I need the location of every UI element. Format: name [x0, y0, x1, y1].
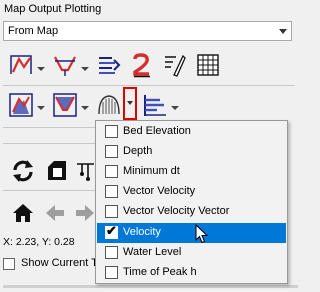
checkmark-icon: ✔	[106, 223, 117, 238]
profile-timeseries-icon[interactable]	[8, 92, 34, 118]
menu-item-depth[interactable]: Depth	[97, 142, 286, 162]
bridge-curtain-icon[interactable]	[96, 92, 122, 118]
cross-section-plot-dropdown[interactable]	[81, 67, 89, 73]
cursor-select-icon[interactable]	[162, 52, 188, 78]
checkbox-box[interactable]	[105, 205, 118, 218]
arrow-left-icon[interactable]	[42, 200, 68, 226]
refresh-icon[interactable]	[10, 158, 36, 184]
cursor-coordinates: X: 2.23, Y: 0.28	[3, 236, 75, 248]
bar-levels-icon[interactable]	[142, 92, 168, 118]
time-slider[interactable]	[3, 285, 298, 288]
profile-plot-icon[interactable]	[8, 52, 34, 78]
menu-item-vector-velocity[interactable]: Vector Velocity	[97, 182, 286, 202]
menu-item-label: Velocity	[123, 226, 161, 238]
flow-lines-icon[interactable]	[96, 52, 122, 78]
source-select[interactable]: From Map	[3, 21, 292, 41]
result-type-menu: Bed Elevation Depth Minimum dt Vector Ve…	[95, 120, 288, 284]
checkbox-box[interactable]	[105, 125, 118, 138]
section-timeseries-dropdown[interactable]	[81, 106, 89, 112]
toolbar-divider	[3, 127, 95, 128]
panel-title: Map Output Plotting	[4, 3, 102, 15]
checkbox-box[interactable]	[105, 266, 118, 279]
menu-item-label: Vector Velocity Vector	[123, 205, 230, 217]
menu-item-label: Depth	[123, 145, 153, 157]
menu-item-label: Water Level	[123, 246, 182, 258]
menu-item-label: Vector Velocity	[123, 185, 196, 197]
menu-item-bed-elevation[interactable]: Bed Elevation	[97, 122, 286, 142]
result-type-dropdown-button[interactable]	[123, 87, 137, 120]
menu-item-water-level[interactable]: Water Level	[97, 243, 286, 263]
number-two-icon[interactable]	[129, 52, 155, 78]
source-select-value: From Map	[8, 25, 59, 37]
toolbar-divider	[3, 190, 95, 191]
checkbox-box[interactable]	[105, 185, 118, 198]
profile-timeseries-dropdown[interactable]	[37, 106, 45, 112]
checkbox-box[interactable]	[105, 246, 118, 259]
mouse-pointer-icon	[195, 223, 209, 247]
menu-item-minimum-dt[interactable]: Minimum dt	[97, 162, 286, 182]
menu-item-vector-velocity-vector[interactable]: Vector Velocity Vector	[97, 202, 286, 222]
checkbox-box[interactable]	[3, 258, 15, 270]
home-icon[interactable]	[10, 200, 36, 226]
grid-table-icon[interactable]	[195, 52, 221, 78]
menu-item-label: Bed Elevation	[123, 125, 191, 137]
menu-item-label: Minimum dt	[123, 165, 180, 177]
section-timeseries-icon[interactable]	[52, 92, 78, 118]
bar-levels-dropdown[interactable]	[171, 106, 179, 112]
menu-item-time-of-peak-h[interactable]: Time of Peak h	[97, 263, 286, 283]
chevron-down-icon	[127, 101, 133, 105]
checkbox-box[interactable]	[105, 145, 118, 158]
cross-section-plot-icon[interactable]	[52, 52, 78, 78]
checkbox-box[interactable]	[105, 165, 118, 178]
page-fold-icon[interactable]	[44, 158, 70, 184]
menu-item-velocity[interactable]: ✔ Velocity	[97, 223, 286, 243]
toolbar-divider	[3, 143, 95, 144]
menu-item-label: Time of Peak h	[123, 266, 197, 278]
toolbar-divider	[3, 85, 295, 86]
profile-plot-dropdown[interactable]	[37, 67, 45, 73]
chevron-down-icon[interactable]	[279, 29, 287, 34]
show-current-time-label: Show Current Ti	[21, 257, 100, 269]
